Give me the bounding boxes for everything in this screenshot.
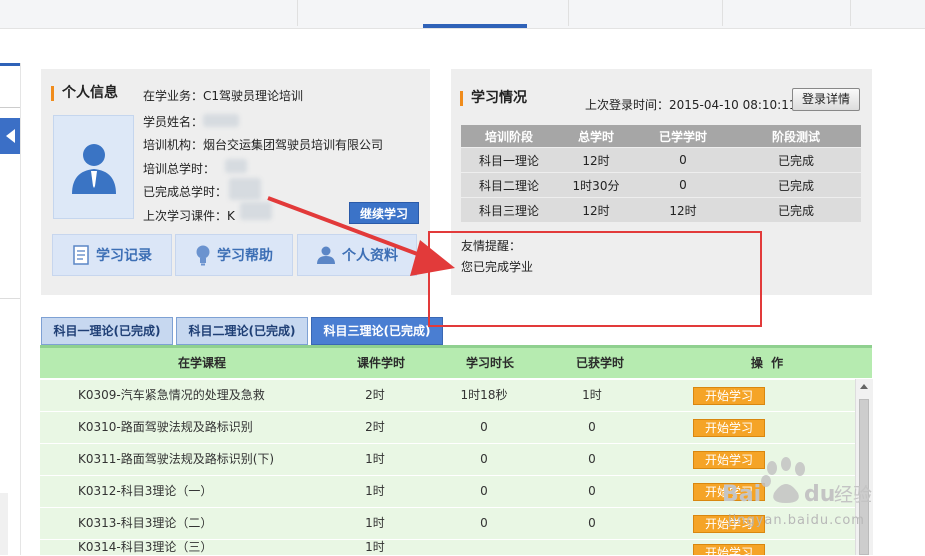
watermark-url: jingyan.baidu.com bbox=[728, 513, 865, 528]
svg-text:du: du bbox=[804, 482, 835, 507]
svg-text:Bai: Bai bbox=[722, 482, 761, 507]
svg-text:经验: 经验 bbox=[834, 484, 872, 506]
